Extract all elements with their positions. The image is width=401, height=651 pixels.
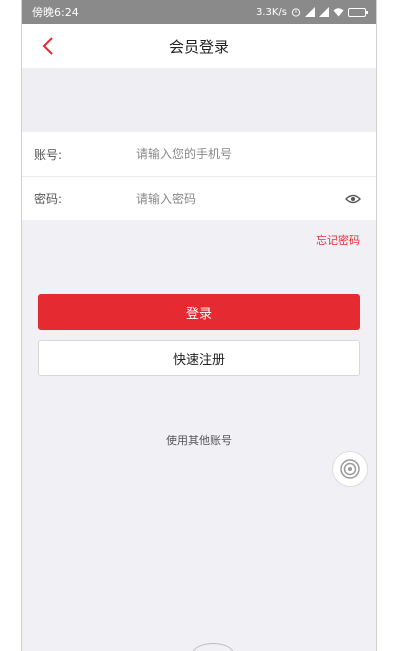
screen-border-right bbox=[376, 0, 377, 651]
bottom-partial-icon bbox=[192, 643, 234, 651]
eye-icon bbox=[345, 194, 361, 203]
account-row: 账号: bbox=[22, 132, 376, 176]
password-row: 密码: bbox=[22, 176, 376, 220]
network-speed: 3.3K/s bbox=[255, 6, 287, 18]
page-title: 会员登录 bbox=[168, 37, 229, 56]
signal-icon bbox=[305, 7, 315, 17]
back-button[interactable] bbox=[34, 32, 62, 60]
quick-register-button[interactable]: 快速注册 bbox=[38, 340, 360, 376]
account-input[interactable] bbox=[134, 146, 364, 162]
title-bar: 会员登录 bbox=[22, 24, 376, 68]
signal-icon-2 bbox=[319, 7, 329, 17]
floating-assist-button[interactable] bbox=[332, 451, 368, 487]
status-time: 傍晚6:24 bbox=[32, 6, 79, 19]
password-input[interactable] bbox=[134, 190, 342, 207]
account-label: 账号: bbox=[34, 147, 63, 162]
other-accounts-label: 使用其他账号 bbox=[166, 434, 232, 447]
forgot-password-link[interactable]: 忘记密码 bbox=[316, 234, 360, 247]
forgot-password-area: 忘记密码 bbox=[22, 220, 376, 252]
battery-icon bbox=[348, 7, 368, 17]
login-form: 账号: 密码: bbox=[22, 132, 376, 220]
alarm-icon bbox=[291, 8, 301, 17]
chevron-left-icon bbox=[42, 37, 53, 55]
wifi-icon bbox=[333, 8, 344, 17]
assistive-touch-icon bbox=[340, 459, 360, 479]
phone-screen: 傍晚6:24 3.3K/s 会员登录 账号: 密码: bbox=[22, 0, 376, 651]
password-label: 密码: bbox=[34, 192, 63, 206]
show-password-button[interactable] bbox=[342, 188, 364, 210]
status-bar: 傍晚6:24 3.3K/s bbox=[22, 0, 376, 24]
banner-area bbox=[22, 68, 376, 132]
login-button[interactable]: 登录 bbox=[38, 294, 360, 330]
status-icons: 3.3K/s bbox=[255, 6, 368, 18]
